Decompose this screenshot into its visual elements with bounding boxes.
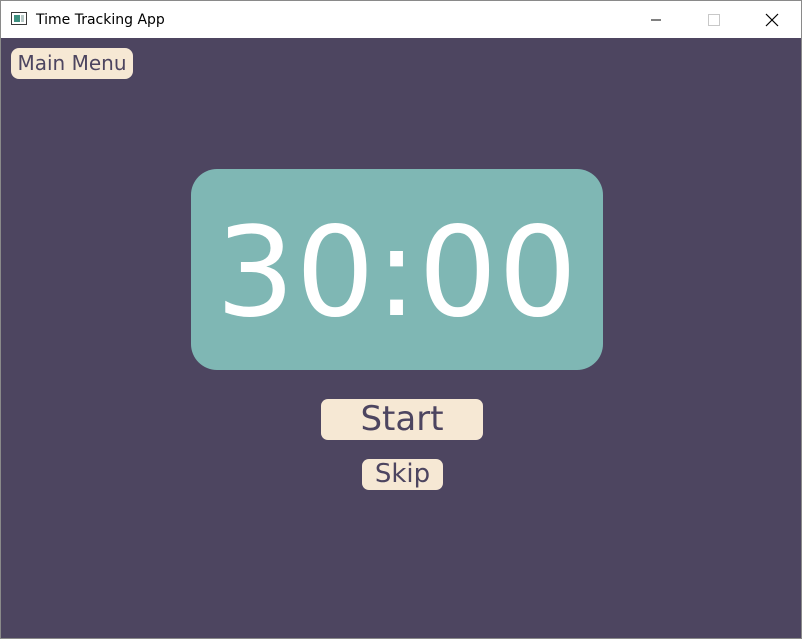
window-title: Time Tracking App xyxy=(36,12,165,28)
title-bar[interactable]: Time Tracking App xyxy=(1,1,801,38)
maximize-button[interactable] xyxy=(685,1,743,38)
start-button[interactable]: Start xyxy=(321,399,483,440)
minimize-icon xyxy=(651,19,661,20)
main-content: Main Menu 30:00 Start Skip xyxy=(1,38,801,638)
timer-panel: 30:00 xyxy=(191,169,603,370)
minimize-button[interactable] xyxy=(627,1,685,38)
app-window: Time Tracking App Main Menu 30:00 Start … xyxy=(0,0,802,639)
close-icon xyxy=(765,13,779,26)
main-menu-button[interactable]: Main Menu xyxy=(11,48,133,79)
maximize-icon xyxy=(708,13,720,26)
app-window-icon xyxy=(11,12,27,25)
close-button[interactable] xyxy=(743,1,801,38)
timer-display: 30:00 xyxy=(215,200,579,345)
skip-button[interactable]: Skip xyxy=(362,459,443,490)
